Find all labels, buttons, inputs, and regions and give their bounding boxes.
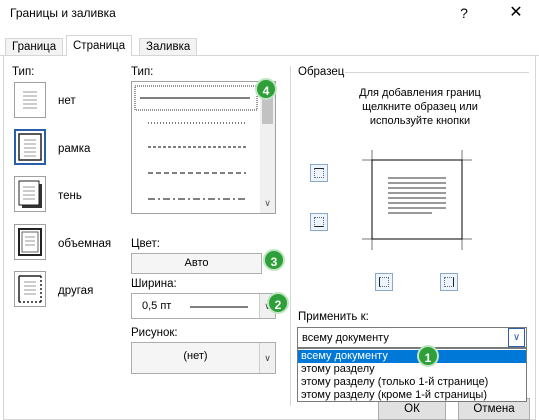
window-title: Границы и заливка	[10, 6, 116, 20]
step-badge-1: 1	[417, 345, 439, 367]
art-value: (нет)	[183, 350, 208, 362]
apply-option[interactable]: этому разделу (кроме 1-й страницы)	[298, 389, 526, 402]
custom-setting-icon	[18, 275, 42, 303]
setting-custom-label: другая	[58, 285, 94, 297]
left-border-icon	[379, 277, 389, 287]
width-sample-line	[190, 306, 248, 308]
art-dropdown[interactable]: (нет) ∨	[131, 342, 276, 374]
apply-option[interactable]: всему документу	[298, 350, 526, 363]
setting-shadow-button[interactable]	[14, 176, 46, 212]
preview-description-line: щелкните образец или	[362, 101, 478, 113]
preview-page[interactable]	[362, 150, 472, 250]
apply-to-options-list[interactable]: всему документу этому разделу этому разд…	[297, 348, 527, 402]
setting-custom-button[interactable]	[14, 271, 46, 307]
tab-page-border[interactable]: Страница	[66, 35, 133, 56]
left-border-button[interactable]	[375, 273, 393, 291]
preview-description-line: Для добавления границ	[359, 87, 481, 99]
apply-option[interactable]: этому разделу	[298, 363, 526, 376]
step-badge-3: 3	[263, 249, 285, 271]
step-badge-4: 4	[255, 78, 277, 100]
chevron-down-icon[interactable]: ∨	[259, 343, 275, 373]
none-setting-icon	[23, 91, 37, 109]
apply-to-value: всему документу	[302, 332, 389, 344]
bottom-border-button[interactable]	[310, 213, 328, 231]
scroll-down-icon[interactable]: ∨	[260, 198, 275, 212]
width-dropdown[interactable]: 0,5 пт ∨	[131, 293, 276, 319]
preview-title: Образец	[298, 66, 345, 78]
setting-none-button[interactable]	[14, 82, 46, 118]
top-border-button[interactable]	[310, 164, 328, 182]
bottom-border-icon	[314, 217, 324, 227]
right-border-icon	[444, 277, 454, 287]
color-value: Авто	[184, 257, 209, 269]
shadow-setting-icon	[18, 180, 42, 208]
color-label: Цвет:	[131, 238, 160, 250]
preview-separator	[290, 66, 291, 406]
close-button[interactable]: ✕	[505, 2, 527, 24]
style-listbox[interactable]: ∨	[131, 81, 276, 214]
step-badge-2: 2	[267, 292, 289, 314]
right-border-button[interactable]	[440, 273, 458, 291]
preview-title-rule	[345, 72, 529, 73]
style-scrollbar[interactable]: ∨	[260, 82, 275, 213]
apply-to-dropdown[interactable]: всему документу ∨	[297, 327, 527, 348]
settings-label: Тип:	[12, 66, 35, 78]
setting-shadow-label: тень	[58, 190, 82, 202]
art-label: Рисунок:	[131, 327, 178, 339]
box-setting-icon	[18, 133, 42, 161]
tab-borders[interactable]: Граница	[5, 38, 64, 56]
apply-option[interactable]: этому разделу (только 1-й странице)	[298, 376, 526, 389]
setting-box-button[interactable]	[14, 129, 46, 165]
setting-3d-label: объемная	[58, 238, 112, 250]
setting-none-label: нет	[58, 95, 76, 107]
top-border-icon	[314, 168, 324, 178]
style-label: Тип:	[131, 66, 154, 78]
preview-description-line: используйте кнопки	[369, 115, 471, 127]
setting-3d-button[interactable]	[14, 224, 46, 260]
color-dropdown[interactable]: Авто	[131, 253, 262, 274]
width-label: Ширина:	[131, 278, 177, 290]
preview-description: Для добавления границ щелкните образец и…	[330, 86, 510, 128]
tab-shading[interactable]: Заливка	[139, 38, 198, 56]
line-style-samples	[134, 85, 258, 200]
setting-box-label: рамка	[58, 143, 91, 155]
width-value: 0,5 пт	[142, 300, 172, 312]
chevron-down-icon[interactable]: ∨	[508, 328, 525, 347]
apply-to-label: Применить к:	[298, 311, 369, 323]
3d-setting-icon	[18, 228, 42, 256]
help-button[interactable]: ?	[454, 2, 474, 24]
